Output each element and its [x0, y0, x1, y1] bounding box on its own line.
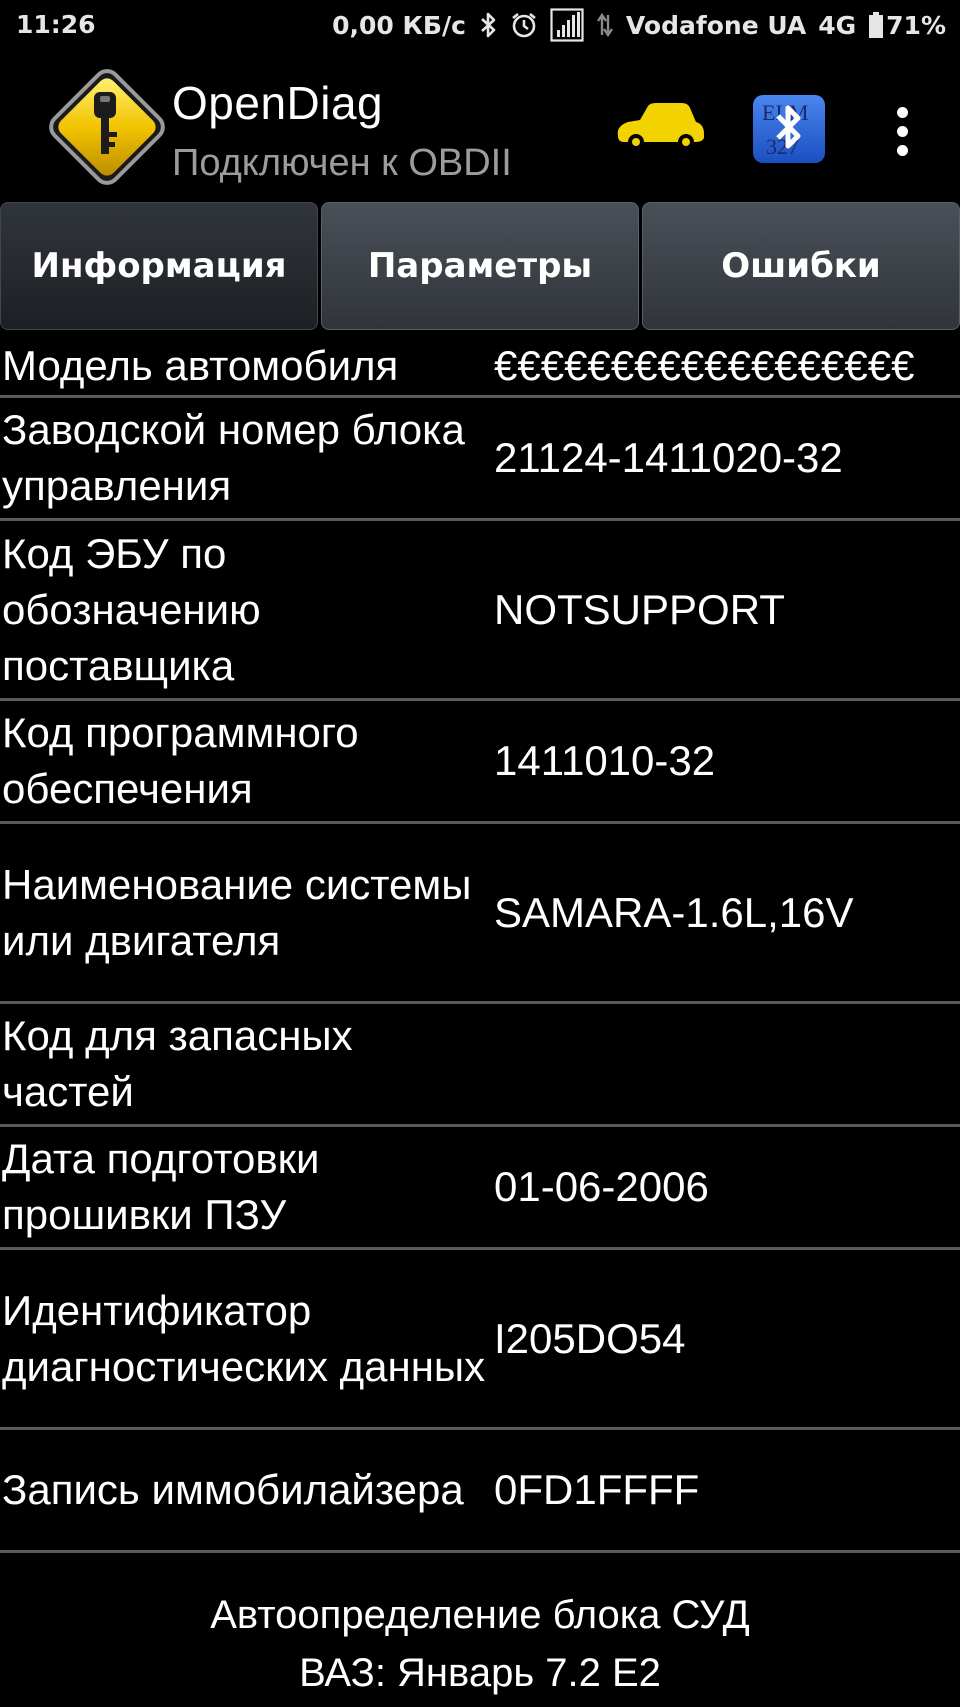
info-value: 0FD1FFFF [494, 1466, 700, 1513]
info-value: NOTSUPPORT [494, 585, 785, 633]
footer-line-2: ВАЗ: Январь 7.2 E2 [299, 1651, 661, 1695]
overflow-menu-icon[interactable] [880, 96, 924, 166]
info-label: Модель автомобиля [2, 341, 399, 389]
info-label: Код для запасных частей [2, 1012, 353, 1115]
overflow-dot [896, 125, 908, 137]
info-label: Идентификатор диагностических данных [2, 1286, 486, 1390]
ecu-autodetect-footer: Автоопределение блока СУД ВАЗ: Январь 7.… [0, 1580, 960, 1707]
info-label: Запись иммобилайзера [2, 1466, 464, 1513]
overflow-dot [896, 106, 908, 118]
info-row-diagnostic-id: Идентификатор диагностических данных I20… [0, 1250, 960, 1430]
car-icon[interactable] [614, 100, 706, 152]
action-bar: OpenDiag Подключен к OBDII ELM 327 [0, 56, 960, 200]
info-value: 01-06-2006 [494, 1163, 709, 1210]
info-label: Код ЭБУ по обозначению поставщика [2, 529, 261, 689]
tab-parameters[interactable]: Параметры [321, 202, 639, 330]
info-label: Наименование системы или двигателя [2, 860, 472, 964]
info-row-immobilizer: Запись иммобилайзера 0FD1FFFF [0, 1430, 960, 1553]
info-value: SAMARA-1.6L,16V [494, 888, 854, 936]
info-row-software-code: Код программного обеспечения 1411010-32 [0, 701, 960, 824]
bluetooth-icon [478, 11, 498, 39]
info-label: Серийный номер [0, 1571, 494, 1580]
signal-icon [550, 8, 584, 42]
info-row-ecu-code: Код ЭБУ по обозначению поставщика NOTSUP… [0, 521, 960, 701]
info-row-factory-number: Заводской номер блока управления 21124-1… [0, 398, 960, 521]
info-row-system-name: Наименование системы или двигателя SAMAR… [0, 824, 960, 1004]
network-type: 4G [818, 10, 857, 40]
carrier-name: Vodafone UA [625, 10, 807, 40]
status-time: 11:26 [16, 10, 96, 39]
status-bar: 11:26 0,00 КБ/с Vodafone UA 4G 71% [0, 0, 960, 56]
tab-info[interactable]: Информация [0, 202, 318, 330]
info-label: Код программного обеспечения [2, 709, 359, 812]
info-row-serial-number: Серийный номер [0, 1553, 960, 1580]
footer-line-1: Автоопределение блока СУД [210, 1593, 750, 1637]
tab-errors[interactable]: Ошибки [642, 202, 960, 330]
network-speed: 0,00 КБ/с [332, 10, 466, 40]
info-row-firmware-date: Дата подготовки прошивки ПЗУ 01-06-2006 [0, 1127, 960, 1250]
info-value: 21124-1411020-32 [494, 434, 843, 481]
info-label: Дата подготовки прошивки ПЗУ [2, 1135, 320, 1238]
info-label: Заводской номер блока управления [2, 406, 465, 509]
info-value: I205DO54 [494, 1314, 686, 1362]
connection-status: Подключен к OBDII [172, 142, 512, 184]
battery-level: 71% [886, 10, 946, 40]
info-value: €€€€€€€€€€€€€€€€€€ [494, 341, 915, 389]
tab-bar: Информация Параметры Ошибки [0, 202, 960, 330]
app-logo-icon[interactable] [42, 62, 172, 192]
battery-icon [868, 11, 884, 39]
bluetooth-elm327-icon[interactable]: ELM 327 [752, 94, 826, 164]
data-arrows-icon [596, 11, 614, 39]
alarm-icon [510, 11, 538, 39]
info-row-car-model: Модель автомобиля €€€€€€€€€€€€€€€€€€ [0, 336, 960, 398]
overflow-dot [896, 144, 908, 156]
info-list[interactable]: Модель автомобиля €€€€€€€€€€€€€€€€€€ Зав… [0, 336, 960, 1580]
status-indicators: 0,00 КБ/с Vodafone UA 4G 71% [332, 8, 946, 42]
app-title: OpenDiag [172, 77, 384, 129]
info-value: 1411010-32 [494, 737, 716, 784]
info-row-spare-parts-code: Код для запасных частей [0, 1004, 960, 1127]
